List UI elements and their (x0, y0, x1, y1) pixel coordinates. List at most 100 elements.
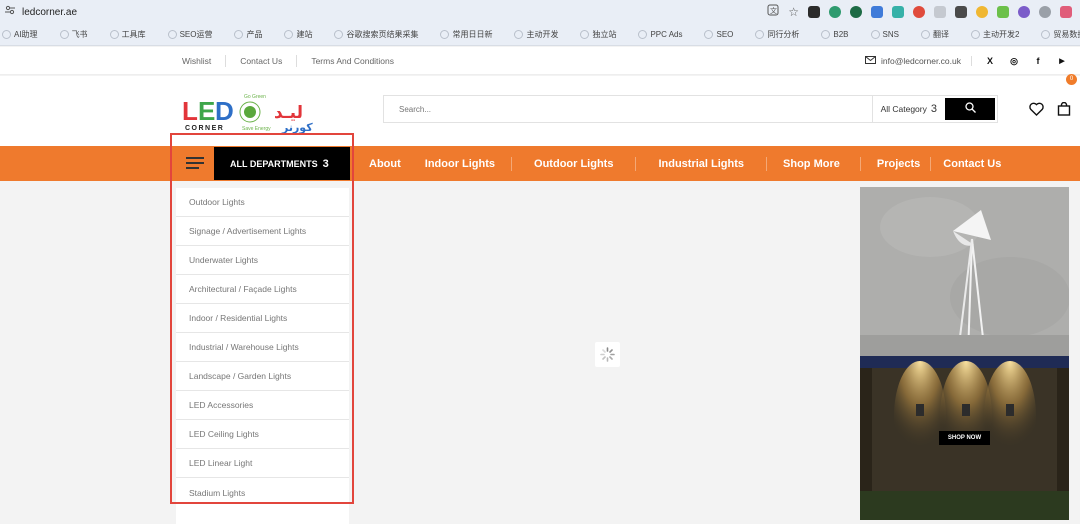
extension-icon-13[interactable] (1060, 6, 1072, 18)
bookmark-item[interactable]: 常用日日新 (440, 29, 492, 40)
x-social-icon[interactable]: X (984, 56, 996, 66)
extension-icon-7[interactable] (934, 6, 946, 18)
search-input[interactable] (384, 104, 872, 114)
nav-about[interactable]: About (355, 157, 401, 171)
bookmark-label: 主动开发 (526, 30, 559, 39)
department-item-underwater[interactable]: Underwater Lights (176, 246, 349, 275)
department-item-accessories[interactable]: LED Accessories (176, 391, 349, 420)
bookmark-folder-icon (234, 30, 244, 39)
bookmark-item[interactable]: 产品 (234, 29, 262, 40)
bookmark-label: PPC Ads (650, 30, 683, 39)
bookmark-item[interactable]: B2B (821, 30, 849, 39)
bookmark-label: 谷歌搜索页结果采集 (346, 30, 419, 39)
department-item-architectural[interactable]: Architectural / Façade Lights (176, 275, 349, 304)
bookmark-folder-icon (514, 30, 524, 39)
browser-address-bar: ledcorner.ae 文 ☆ (0, 0, 1080, 24)
extension-icon-8[interactable] (955, 6, 967, 18)
bookmark-label: 主动开发2 (982, 30, 1020, 39)
bookmark-item[interactable]: AI助理 (2, 29, 38, 40)
department-item-linear[interactable]: LED Linear Light (176, 449, 349, 478)
shop-now-button[interactable]: SHOP NOW (939, 431, 990, 445)
departments-dropdown: Outdoor Lights Signage / Advertisement L… (176, 188, 349, 524)
all-departments-label: ALL DEPARTMENTS (230, 158, 318, 169)
bookmark-item[interactable]: 工具库 (109, 29, 146, 40)
terms-link[interactable]: Terms And Conditions (297, 55, 408, 67)
bookmark-item[interactable]: 独立站 (580, 29, 616, 40)
department-item-outdoor[interactable]: Outdoor Lights (176, 188, 349, 217)
site-logo[interactable]: L E D CORNER Go Green Save Energy ليـد ك… (182, 90, 327, 134)
loading-spinner-icon (595, 342, 620, 367)
instagram-icon[interactable]: ◎ (1008, 56, 1020, 67)
department-item-signage[interactable]: Signage / Advertisement Lights (176, 217, 349, 246)
extension-icon-1[interactable] (808, 6, 820, 18)
extension-icon-12[interactable] (1039, 6, 1051, 18)
search-button[interactable] (945, 98, 995, 120)
bookmark-label: AI助理 (14, 30, 38, 39)
floor-lamp-banner[interactable] (860, 187, 1069, 356)
nav-shop-more[interactable]: Shop More (767, 156, 861, 171)
top-info-bar: Wishlist Contact Us Terms And Conditions… (0, 47, 1080, 75)
menu-icon[interactable] (186, 157, 204, 170)
extension-icon-4[interactable] (871, 6, 883, 18)
bookmark-folder-icon (970, 30, 980, 39)
all-departments-button[interactable]: ALL DEPARTMENTS 3 (214, 147, 350, 180)
nav-industrial-lights[interactable]: Industrial Lights (636, 156, 768, 171)
department-item-ceiling[interactable]: LED Ceiling Lights (176, 420, 349, 449)
extension-icon-6[interactable] (913, 6, 925, 18)
bookmark-item[interactable]: SEO (704, 30, 733, 39)
facebook-icon[interactable]: f (1032, 56, 1044, 66)
bookmark-item[interactable]: SNS (870, 30, 899, 39)
department-item-indoor[interactable]: Indoor / Residential Lights (176, 304, 349, 333)
bookmark-item[interactable]: 同行分析 (755, 29, 799, 40)
category-label: All Category (880, 104, 927, 114)
department-item-stadium[interactable]: Stadium Lights (176, 478, 349, 507)
bookmark-folder-icon (580, 30, 590, 39)
wishlist-heart-icon[interactable] (1029, 102, 1044, 121)
category-select[interactable]: All Category 3 (871, 96, 945, 122)
nav-contact-us[interactable]: Contact Us (931, 157, 1017, 171)
site-header: L E D CORNER Go Green Save Energy ليـد ك… (0, 74, 1080, 146)
cart-icon[interactable] (1057, 101, 1071, 121)
department-item-industrial[interactable]: Industrial / Warehouse Lights (176, 333, 349, 362)
bookmark-item[interactable]: 翻译 (920, 29, 949, 40)
svg-text:CORNER: CORNER (185, 125, 224, 132)
svg-text:L: L (182, 96, 198, 126)
extension-icon-5[interactable] (892, 6, 904, 18)
bookmark-folder-icon (920, 30, 930, 39)
bookmark-star-icon[interactable]: ☆ (788, 5, 799, 19)
site-settings-icon[interactable] (4, 3, 16, 21)
bookmark-label: 翻译 (932, 30, 949, 39)
bookmark-item[interactable]: 主动开发2 (970, 29, 1020, 40)
youtube-icon[interactable]: ▶ (1056, 57, 1068, 65)
bookmark-item[interactable]: PPC Ads (638, 30, 682, 39)
bookmark-label: SEO运营 (179, 30, 213, 39)
bookmark-folder-icon (638, 30, 648, 39)
contact-us-link[interactable]: Contact Us (226, 55, 298, 67)
url-text[interactable]: ledcorner.ae (22, 7, 77, 18)
bookmark-label: 独立站 (592, 30, 617, 39)
bookmark-label: 同行分析 (767, 30, 800, 39)
extension-icon-9[interactable] (976, 6, 988, 18)
extension-icon-3[interactable] (850, 6, 862, 18)
bookmark-label: 贸易数据 (1053, 30, 1080, 39)
bookmark-item[interactable]: 贸易数据 (1041, 29, 1080, 40)
bookmark-folder-icon (334, 30, 344, 39)
bookmark-item[interactable]: 建站 (284, 29, 312, 40)
translate-icon[interactable]: 文 (767, 3, 779, 21)
nav-indoor-lights[interactable]: Indoor Lights (409, 156, 513, 171)
bookmark-folder-icon (755, 30, 765, 39)
search-bar: All Category 3 (383, 95, 998, 123)
bookmark-item[interactable]: 谷歌搜索页结果采集 (334, 29, 418, 40)
extension-icon-11[interactable] (1018, 6, 1030, 18)
extension-icon-2[interactable] (829, 6, 841, 18)
extension-icon-10[interactable] (997, 6, 1009, 18)
email-link[interactable]: info@ledcorner.co.uk (865, 56, 972, 66)
bookmark-item[interactable]: 主动开发 (514, 29, 558, 40)
bookmark-item[interactable]: SEO运营 (167, 29, 213, 40)
wishlist-link[interactable]: Wishlist (168, 55, 227, 67)
bookmark-item[interactable]: 飞书 (59, 29, 88, 40)
department-item-landscape[interactable]: Landscape / Garden Lights (176, 362, 349, 391)
bookmark-label: 建站 (296, 30, 313, 39)
nav-outdoor-lights[interactable]: Outdoor Lights (512, 156, 637, 171)
nav-projects[interactable]: Projects (861, 156, 932, 171)
